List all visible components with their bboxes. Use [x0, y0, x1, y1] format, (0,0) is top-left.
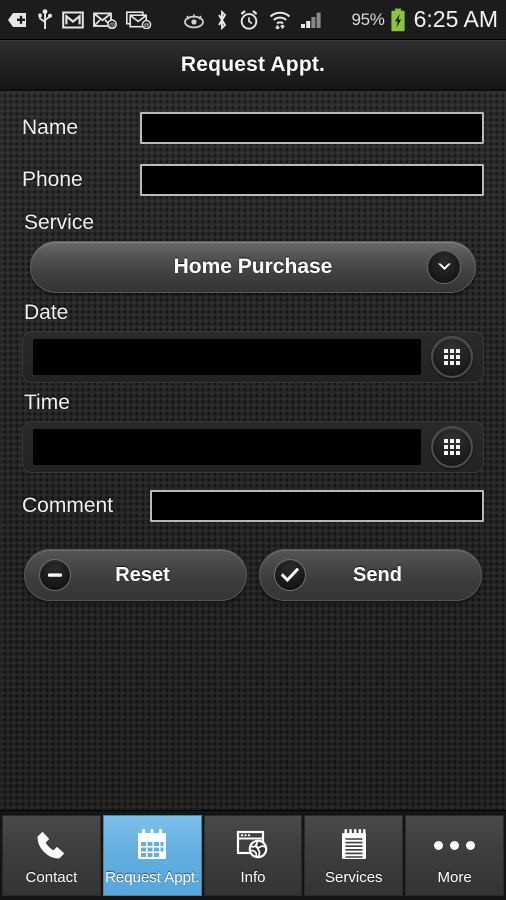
back-arrow-plus-icon [6, 7, 28, 33]
email-stack-icon: @ [126, 7, 152, 33]
date-input[interactable] [33, 339, 421, 375]
status-bar-clock: 6:25 AM [413, 6, 498, 32]
tab-contact[interactable]: Contact [2, 815, 101, 896]
alarm-clock-icon [238, 7, 260, 33]
service-label: Service [24, 211, 95, 234]
time-grid-picker-icon[interactable] [431, 426, 473, 468]
date-label: Date [24, 301, 69, 324]
name-input[interactable] [140, 112, 484, 144]
service-select[interactable]: Home Purchase [30, 241, 476, 293]
phone-label: Phone [22, 168, 83, 191]
phone-row: Phone [22, 157, 484, 203]
smart-stay-eye-icon [182, 7, 206, 33]
date-row [22, 331, 484, 383]
send-button-label: Send [353, 563, 402, 586]
tab-request-appt[interactable]: Request Appt. [102, 815, 202, 896]
name-row: Name [22, 105, 484, 151]
chevron-down-icon[interactable] [427, 250, 461, 284]
battery-percent-label: 95% [351, 9, 385, 29]
form-actions: Reset Send [22, 549, 484, 601]
reset-button-label: Reset [115, 563, 170, 586]
notepad-icon [337, 825, 371, 865]
calendar-icon [133, 825, 171, 865]
email-icon: @ [93, 7, 117, 33]
svg-text:@: @ [109, 23, 115, 29]
send-button[interactable]: Send [259, 549, 482, 601]
tab-request-appt-label: Request Appt. [105, 869, 200, 886]
tab-more-label: More [437, 869, 472, 886]
comment-row: Comment [22, 483, 484, 529]
status-bar-right: 95% 6:25 AM [351, 6, 498, 33]
ellipsis-icon [434, 825, 476, 865]
tab-services[interactable]: Services [304, 815, 404, 896]
form-content: Name Phone Service Home Purchase Date Ti… [0, 90, 506, 810]
gmail-icon [62, 7, 84, 33]
phone-input[interactable] [140, 164, 484, 196]
comment-label: Comment [22, 494, 114, 517]
wifi-icon [269, 7, 291, 33]
usb-icon [37, 7, 53, 33]
name-label: Name [22, 116, 79, 139]
title-bar: Request Appt. [0, 40, 506, 90]
time-input[interactable] [33, 429, 421, 465]
date-grid-picker-icon[interactable] [431, 336, 473, 378]
battery-charging-icon [390, 7, 406, 33]
tab-more[interactable]: More [405, 815, 504, 896]
bottom-tab-bar: Contact Request Appt. Info Services More [0, 810, 506, 900]
tab-contact-label: Contact [25, 869, 78, 886]
status-bar-left-icons: @ @ [6, 7, 351, 33]
tab-info-label: Info [240, 869, 266, 886]
service-selected-value: Home Purchase [173, 255, 333, 278]
phone-icon [32, 825, 70, 865]
check-circle-icon [274, 559, 306, 591]
minus-circle-icon [39, 559, 71, 591]
reset-button[interactable]: Reset [24, 549, 247, 601]
tab-services-label: Services [325, 869, 383, 886]
bluetooth-icon [215, 7, 229, 33]
time-label: Time [24, 391, 70, 414]
svg-text:@: @ [143, 23, 149, 29]
page-title: Request Appt. [180, 52, 326, 76]
app-root: @ @ 95% 6:25 AM Request Appt. Name Phone… [0, 0, 506, 900]
time-row [22, 421, 484, 473]
status-bar: @ @ 95% 6:25 AM [0, 0, 506, 40]
cellular-signal-icon [300, 7, 324, 33]
comment-input[interactable] [150, 490, 484, 522]
browser-globe-icon [234, 825, 272, 865]
tab-info[interactable]: Info [203, 815, 303, 896]
